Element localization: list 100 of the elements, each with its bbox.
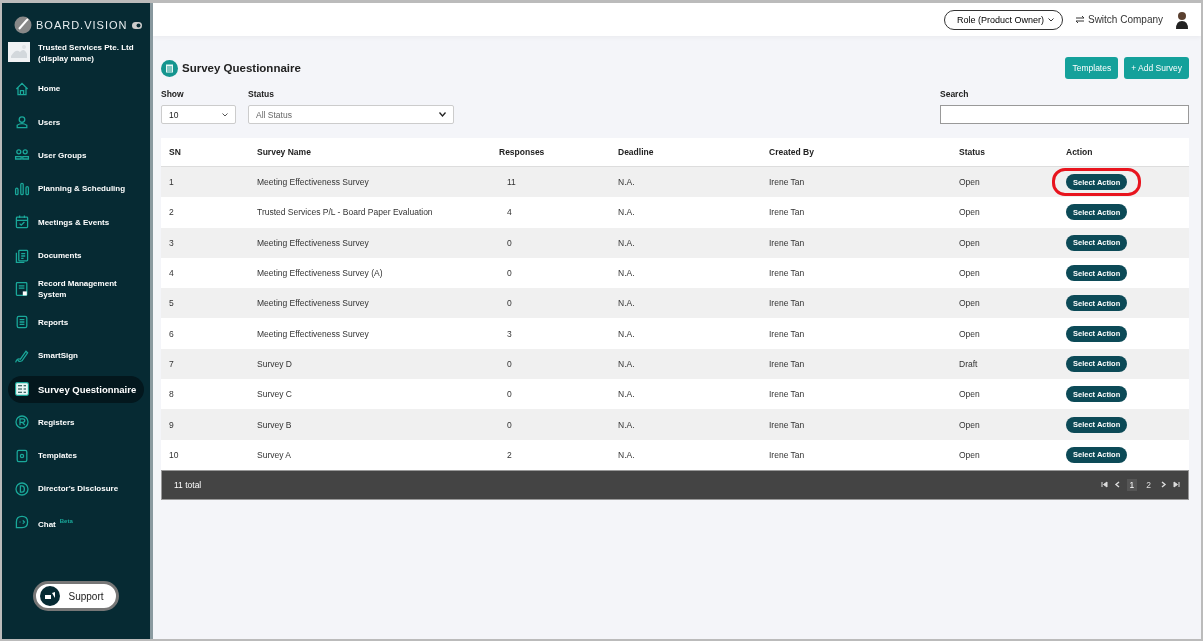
nav-icon — [14, 214, 30, 231]
toggle-icon[interactable] — [132, 21, 142, 29]
nav-icon — [14, 247, 30, 264]
table-cell: Open — [959, 207, 980, 218]
first-page-icon[interactable] — [1100, 481, 1108, 489]
table-cell: 7 — [169, 358, 174, 369]
nav-icon — [14, 80, 30, 97]
table-cell: Irene Tan — [769, 268, 805, 279]
table-cell: Irene Tan — [769, 389, 805, 400]
nav-item[interactable]: SmartSign — [2, 339, 150, 373]
page-button[interactable]: 1 — [1126, 478, 1138, 491]
nav-icon — [14, 514, 30, 531]
nav-item[interactable]: Chat $^{Beta}$ — [2, 505, 150, 540]
table-cell: Survey B — [257, 419, 292, 430]
table-cell: N.A. — [618, 328, 635, 339]
table-cell: N.A. — [618, 389, 635, 400]
table-cell: N.A. — [618, 358, 635, 369]
table-cell: Survey A — [257, 449, 292, 460]
survey-icon — [161, 59, 178, 77]
nav-item[interactable]: Meetings & Events — [2, 205, 150, 239]
table-cell: Meeting Effectiveness Survey (A) — [257, 268, 383, 279]
table-cell: Irene Tan — [769, 177, 805, 188]
chevron-icon — [222, 112, 228, 117]
table-cell: 4 — [507, 207, 512, 218]
table-cell: Irene Tan — [769, 207, 805, 218]
table-cell: Open — [959, 449, 980, 460]
status-select[interactable]: All Status — [248, 105, 454, 124]
nav-icon — [14, 314, 30, 331]
table-cell: 3 — [169, 237, 174, 248]
table-cell: 1 — [169, 177, 174, 188]
nav-icon — [14, 381, 30, 397]
page-button[interactable]: 2 — [1143, 478, 1154, 491]
column-header: Created By — [761, 138, 951, 167]
table-cell: 6 — [169, 328, 174, 339]
nav-item[interactable]: Registers — [2, 405, 150, 439]
nav-item[interactable]: Home — [2, 72, 150, 106]
nav-item[interactable]: Planning & Scheduling — [2, 172, 150, 206]
search-field[interactable] — [940, 105, 1189, 124]
table-cell: N.A. — [618, 207, 635, 218]
table-cell: N.A. — [618, 237, 635, 248]
table-cell: Trusted Services P/L - Board Paper Evaluation — [257, 207, 433, 218]
last-page-icon[interactable] — [1173, 481, 1180, 489]
table-cell: 4 — [169, 268, 174, 279]
avatar-icon[interactable] — [1175, 10, 1189, 29]
column-header: Status — [951, 138, 1058, 167]
table-cell: Survey C — [257, 389, 292, 400]
table-cell: 0 — [507, 358, 512, 369]
switch-company-button[interactable]: Switch Company — [1068, 13, 1169, 26]
table-cell: N.A. — [618, 298, 635, 309]
show-select[interactable]: 10 — [161, 105, 236, 124]
support-button[interactable]: Support — [33, 581, 119, 611]
table-cell: Irene Tan — [769, 237, 805, 248]
table-cell: 5 — [169, 298, 174, 309]
nav-item[interactable]: Director's Disclosure — [2, 472, 150, 506]
nav-icon — [14, 114, 30, 131]
chat-icon — [40, 586, 61, 606]
nav-item[interactable]: Templates — [2, 438, 150, 473]
table-cell: N.A. — [618, 268, 635, 279]
page-title: Survey Questionnaire — [182, 62, 301, 74]
table-cell: Meeting Effectiveness Survey — [257, 298, 369, 309]
next-page-icon[interactable] — [1160, 481, 1167, 489]
table-cell: Irene Tan — [769, 358, 805, 369]
table-cell: 11 — [507, 177, 516, 188]
nav-icon — [14, 281, 30, 298]
role-dropdown[interactable]: Role (Product Owner) — [943, 9, 1063, 30]
nav-item[interactable]: Survey Questionnaire — [8, 375, 144, 403]
nav-item[interactable]: User Groups — [2, 138, 150, 173]
chevron-icon — [439, 112, 446, 117]
nav-item[interactable]: Record Management System — [2, 272, 150, 306]
company-name: Trusted Services Pte. Ltd (display name) — [38, 42, 135, 64]
table-cell: Survey D — [257, 358, 292, 369]
table-cell: 0 — [507, 389, 512, 400]
nav-item[interactable]: Reports — [2, 305, 150, 340]
nav-icon — [14, 180, 30, 197]
table-cell: Open — [959, 328, 980, 339]
column-header: Deadline — [610, 138, 761, 167]
table-cell: 0 — [507, 419, 512, 430]
table-cell: 2 — [169, 207, 174, 218]
table-cell: Irene Tan — [769, 449, 805, 460]
table-cell: Irene Tan — [769, 298, 805, 309]
table-cell: Open — [959, 298, 980, 309]
table-cell: 2 — [507, 449, 512, 460]
nav-icon — [14, 414, 30, 431]
table-cell: 0 — [507, 237, 512, 248]
nav-item[interactable]: Users — [2, 105, 150, 139]
previous-page-icon[interactable] — [1113, 481, 1121, 489]
total-count: 11 total — [174, 479, 202, 490]
table-cell: 8 — [169, 389, 174, 400]
column-header: Action — [1058, 138, 1189, 167]
table-cell: N.A. — [618, 177, 635, 188]
table-cell: 3 — [507, 328, 512, 339]
table-cell: Open — [959, 177, 980, 188]
status-label: Status — [248, 89, 275, 99]
nav-icon — [14, 447, 30, 464]
table-cell: Draft — [959, 358, 978, 369]
swap-icon — [1074, 15, 1085, 24]
brand-name: BOARD.VISION — [36, 19, 128, 31]
nav-item[interactable]: Documents — [2, 238, 150, 273]
table-cell: 9 — [169, 419, 174, 430]
logo-icon — [14, 16, 32, 34]
